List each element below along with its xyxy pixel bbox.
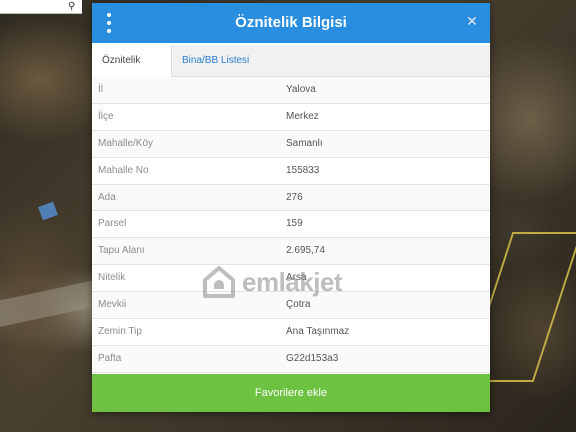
vertical-dots-icon[interactable] [104, 13, 114, 33]
attribute-table: İl Yalova İlçe Merkez Mahalle/Köy Samanl… [92, 77, 490, 373]
row-label: Zemin Tip [98, 326, 142, 338]
row-value: Yalova [286, 84, 316, 95]
table-row: Mahalle/Köy Samanlı [92, 130, 490, 158]
row-value: Çotra [286, 299, 311, 311]
table-row: Parsel 159 [92, 211, 490, 239]
add-to-favorites-button[interactable]: Favorilere ekle [92, 374, 490, 412]
tab-bar: Öznitelik Bilgisi Bina/BB Listesi [92, 45, 490, 98]
row-value: 276 [286, 191, 303, 203]
row-value: Samanlı [286, 137, 323, 149]
search-icon[interactable]: ⚲ [68, 1, 75, 12]
row-label: Parsel [98, 218, 127, 230]
table-row: Mahalle No 155833 [92, 158, 490, 185]
map-search-bar[interactable]: ⚲ [0, 0, 82, 14]
row-label: Mahalle No [98, 164, 149, 176]
row-label: İl [98, 84, 103, 95]
row-value: 2.695,74 [286, 245, 325, 257]
row-label: İlçe [98, 110, 114, 122]
dialog-title: Öznitelik Bilgisi [235, 14, 347, 31]
row-value: 155833 [286, 164, 320, 176]
table-row: Pafta G22d153a3 [92, 345, 490, 373]
row-label: Mevkii [98, 299, 127, 311]
close-icon[interactable]: ✕ [464, 13, 480, 29]
row-value: Ana Taşınmaz [286, 326, 350, 338]
table-row: İl Yalova [92, 77, 490, 104]
table-row: Zemin Tip Ana Taşınmaz [92, 319, 490, 346]
row-label: Pafta [98, 352, 122, 364]
dialog-header: Öznitelik Bilgisi ✕ [92, 3, 490, 43]
attribute-info-dialog: Öznitelik Bilgisi ✕ Öznitelik Bilgisi Bi… [92, 3, 490, 412]
table-row: İlçe Merkez [92, 104, 490, 131]
row-label: Tapu Alanı [98, 245, 145, 257]
row-value: Merkez [286, 110, 319, 122]
table-row: Mevkii Çotra [92, 292, 490, 320]
row-label: Nitelik [98, 272, 126, 284]
tab-building-list[interactable]: Bina/BB Listesi [172, 45, 272, 77]
row-value: Arsa [286, 272, 307, 284]
row-value: 159 [286, 218, 303, 230]
row-label: Mahalle/Köy [98, 137, 154, 149]
table-row: Tapu Alanı 2.695,74 [92, 238, 490, 266]
tab-attribute-info[interactable]: Öznitelik Bilgisi [92, 45, 172, 98]
row-label: Ada [98, 191, 116, 203]
table-row: Ada 276 [92, 184, 490, 212]
row-value: G22d153a3 [286, 352, 339, 364]
table-row: Nitelik Arsa [92, 265, 490, 293]
